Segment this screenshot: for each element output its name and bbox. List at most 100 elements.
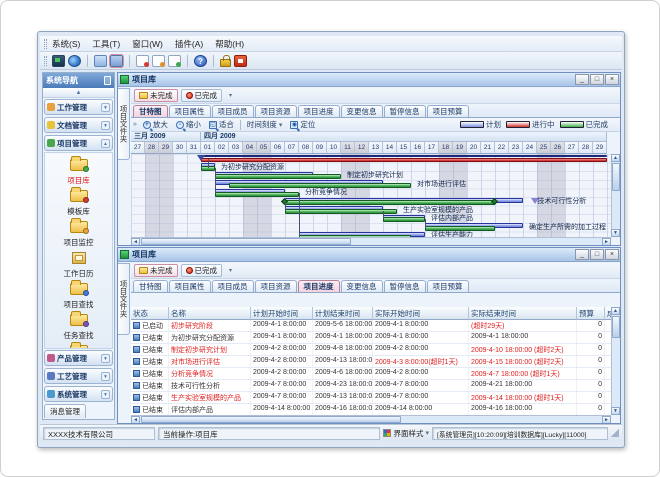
overflow-chevron-icon[interactable]: »: [133, 121, 137, 128]
tab-变更信息[interactable]: 变更信息: [341, 280, 383, 292]
table-row[interactable]: 已结束生产实验室规模的产品2009-4-7 8:00:002009-4-13 1…: [131, 392, 611, 404]
table-v-scrollbar[interactable]: ▲ ▼: [611, 307, 620, 415]
sidebar-item-任务查找[interactable]: 任务查找: [45, 310, 112, 340]
tab-项目成员[interactable]: 项目成员: [212, 280, 254, 292]
table-row[interactable]: 已启动初步研究阶段2009-4-1 8:00:002009-5-6 18:00:…: [131, 320, 611, 332]
menu-item[interactable]: 工具(T): [92, 38, 120, 50]
table-window-titlebar[interactable]: 项目库 _ □ ×: [118, 248, 620, 262]
scroll-thumb[interactable]: [612, 316, 620, 338]
menu-item[interactable]: 插件(A): [175, 38, 203, 50]
filter-button-已完成[interactable]: 已完成: [181, 89, 223, 102]
tab-message-management[interactable]: 消息管理: [44, 404, 113, 418]
tab-变更信息[interactable]: 变更信息: [341, 105, 383, 117]
gantt-bar-actual[interactable]: [215, 192, 299, 197]
chevron-toggle-icon[interactable]: ▾: [101, 390, 110, 399]
gantt-bar-actual[interactable]: [285, 200, 495, 205]
tab-项目预算[interactable]: 项目预算: [427, 280, 469, 292]
sidebar-group-文档管理[interactable]: 文档管理▾: [44, 117, 113, 133]
tab-甘特图[interactable]: 甘特图: [133, 280, 168, 292]
tab-项目资源[interactable]: 项目资源: [255, 105, 297, 117]
column-header-名称[interactable]: 名称: [169, 307, 251, 320]
table-row[interactable]: 已结束分析竞争情况2009-4-2 8:00:002009-4-6 18:00:…: [131, 368, 611, 380]
zoom-in-button[interactable]: +放大: [141, 119, 170, 130]
tab-甘特图[interactable]: 甘特图: [133, 105, 168, 117]
fit-button[interactable]: ◱适合: [207, 119, 236, 130]
lock-icon[interactable]: [220, 59, 231, 67]
sidebar-item-项目文档查找[interactable]: 项目文档查找: [45, 341, 112, 349]
close-button[interactable]: ×: [605, 74, 619, 85]
gantt-window-titlebar[interactable]: 项目库 _ □ ×: [118, 73, 620, 87]
tab-项目成员[interactable]: 项目成员: [212, 105, 254, 117]
tab-暂停信息[interactable]: 暂停信息: [384, 280, 426, 292]
scroll-thumb[interactable]: [141, 238, 351, 245]
filter-button-未完成[interactable]: 未完成: [134, 89, 178, 102]
gantt-bar-actual[interactable]: [215, 174, 341, 179]
ui-style-button[interactable]: 界面样式 ▾: [383, 428, 429, 439]
page-red-icon[interactable]: [136, 55, 149, 67]
tab-项目预算[interactable]: 项目预算: [427, 105, 469, 117]
gantt-bar-actual[interactable]: [383, 217, 425, 222]
tab-项目属性[interactable]: 项目属性: [169, 280, 211, 292]
scroll-up-icon[interactable]: ▲: [611, 154, 620, 162]
scroll-right-icon[interactable]: ►: [602, 238, 611, 246]
column-header-状态[interactable]: 状态: [131, 307, 169, 320]
gantt-bar-plan[interactable]: [201, 155, 607, 157]
minimize-button[interactable]: _: [575, 249, 589, 260]
filter-button-未完成[interactable]: 未完成: [134, 264, 178, 277]
gantt-v-scrollbar[interactable]: ▲ ▼: [611, 154, 620, 237]
menu-item[interactable]: 系统(S): [52, 38, 80, 50]
column-header-预算[interactable]: 预算: [577, 307, 605, 320]
scroll-left-icon[interactable]: ◄: [131, 416, 140, 424]
tab-项目属性[interactable]: 项目属性: [169, 105, 211, 117]
table-row[interactable]: 已结束技术可行性分析2009-4-7 8:00:002009-4-23 18:0…: [131, 380, 611, 392]
sidebar-item-工作日历[interactable]: 工作日历: [45, 248, 112, 278]
close-button[interactable]: ×: [605, 249, 619, 260]
scroll-left-icon[interactable]: ◄: [131, 238, 140, 246]
filter-overflow-icon[interactable]: ▾: [225, 265, 236, 277]
zoom-out-button[interactable]: -缩小: [174, 119, 203, 130]
side-tab-project-folder[interactable]: 项目文件夹: [118, 88, 130, 160]
table-row[interactable]: 已结束制定初步研究计划2009-4-2 8:00:002009-4-8 18:0…: [131, 344, 611, 356]
sidebar-group-系统管理[interactable]: 系统管理▾: [44, 386, 113, 402]
help-icon[interactable]: [194, 55, 207, 67]
gantt-bar-actual[interactable]: [285, 209, 397, 214]
table-row[interactable]: 已结束对市场进行评估2009-4-2 8:00:002009-4-13 18:0…: [131, 356, 611, 368]
scroll-thumb[interactable]: [612, 163, 620, 191]
gantt-bar-actual[interactable]: [425, 226, 495, 231]
time-scale-button[interactable]: 时间刻度▾: [245, 119, 285, 130]
table-row[interactable]: 已结束评估内部产品2009-4-14 8:00:002009-4-16 18:0…: [131, 404, 611, 415]
maximize-button[interactable]: □: [590, 74, 604, 85]
sidebar-group-项目管理[interactable]: 项目管理▴: [44, 135, 113, 151]
sidebar-item-项目监控[interactable]: 项目监控: [45, 217, 112, 247]
folder-icon[interactable]: [94, 55, 107, 67]
gantt-h-scrollbar[interactable]: ◄ ►: [131, 237, 611, 245]
locate-button[interactable]: ◉定位: [288, 119, 317, 130]
globe-icon[interactable]: [68, 55, 81, 67]
chevron-toggle-icon[interactable]: ▴: [101, 139, 110, 148]
gantt-chart-area[interactable]: 为初步研究分配资源制定初步研究计划对市场进行评估分析竞争情况技术可行性分析生产实…: [131, 154, 611, 237]
gantt-bar-inprogress[interactable]: [201, 158, 607, 162]
chevron-toggle-icon[interactable]: ▾: [101, 354, 110, 363]
sidebar-group-产品管理[interactable]: 产品管理▾: [44, 350, 113, 366]
page-green-icon[interactable]: [168, 55, 181, 67]
filter-button-已完成[interactable]: 已完成: [181, 264, 223, 277]
column-header-实际开始时间[interactable]: 实际开始时间: [373, 307, 469, 320]
sidebar-collapse-button[interactable]: ▴: [43, 88, 114, 98]
menu-item[interactable]: 帮助(H): [215, 38, 244, 50]
sidebar-item-项目查找[interactable]: 项目查找: [45, 279, 112, 309]
pin-icon[interactable]: [104, 76, 111, 85]
column-header-计划结束时间[interactable]: 计划结束时间: [313, 307, 373, 320]
gantt-bar-actual[interactable]: [229, 183, 411, 188]
tab-项目进度[interactable]: 项目进度: [298, 280, 340, 292]
tab-项目资源[interactable]: 项目资源: [255, 280, 297, 292]
column-header-实际结束时间[interactable]: 实际结束时间: [469, 307, 577, 320]
scroll-right-icon[interactable]: ►: [602, 416, 611, 424]
tab-项目进度[interactable]: 项目进度: [298, 105, 340, 117]
tab-暂停信息[interactable]: 暂停信息: [384, 105, 426, 117]
table-row[interactable]: 已结束为初步研究分配资源2009-4-1 8:00:002009-4-1 18:…: [131, 332, 611, 344]
sidebar-item-项目库[interactable]: 项目库: [45, 155, 112, 185]
monitor-icon[interactable]: [52, 55, 65, 67]
scroll-down-icon[interactable]: ▼: [611, 407, 620, 415]
side-tab-project-folder[interactable]: 项目文件夹: [118, 263, 130, 335]
scroll-up-icon[interactable]: ▲: [611, 307, 620, 315]
